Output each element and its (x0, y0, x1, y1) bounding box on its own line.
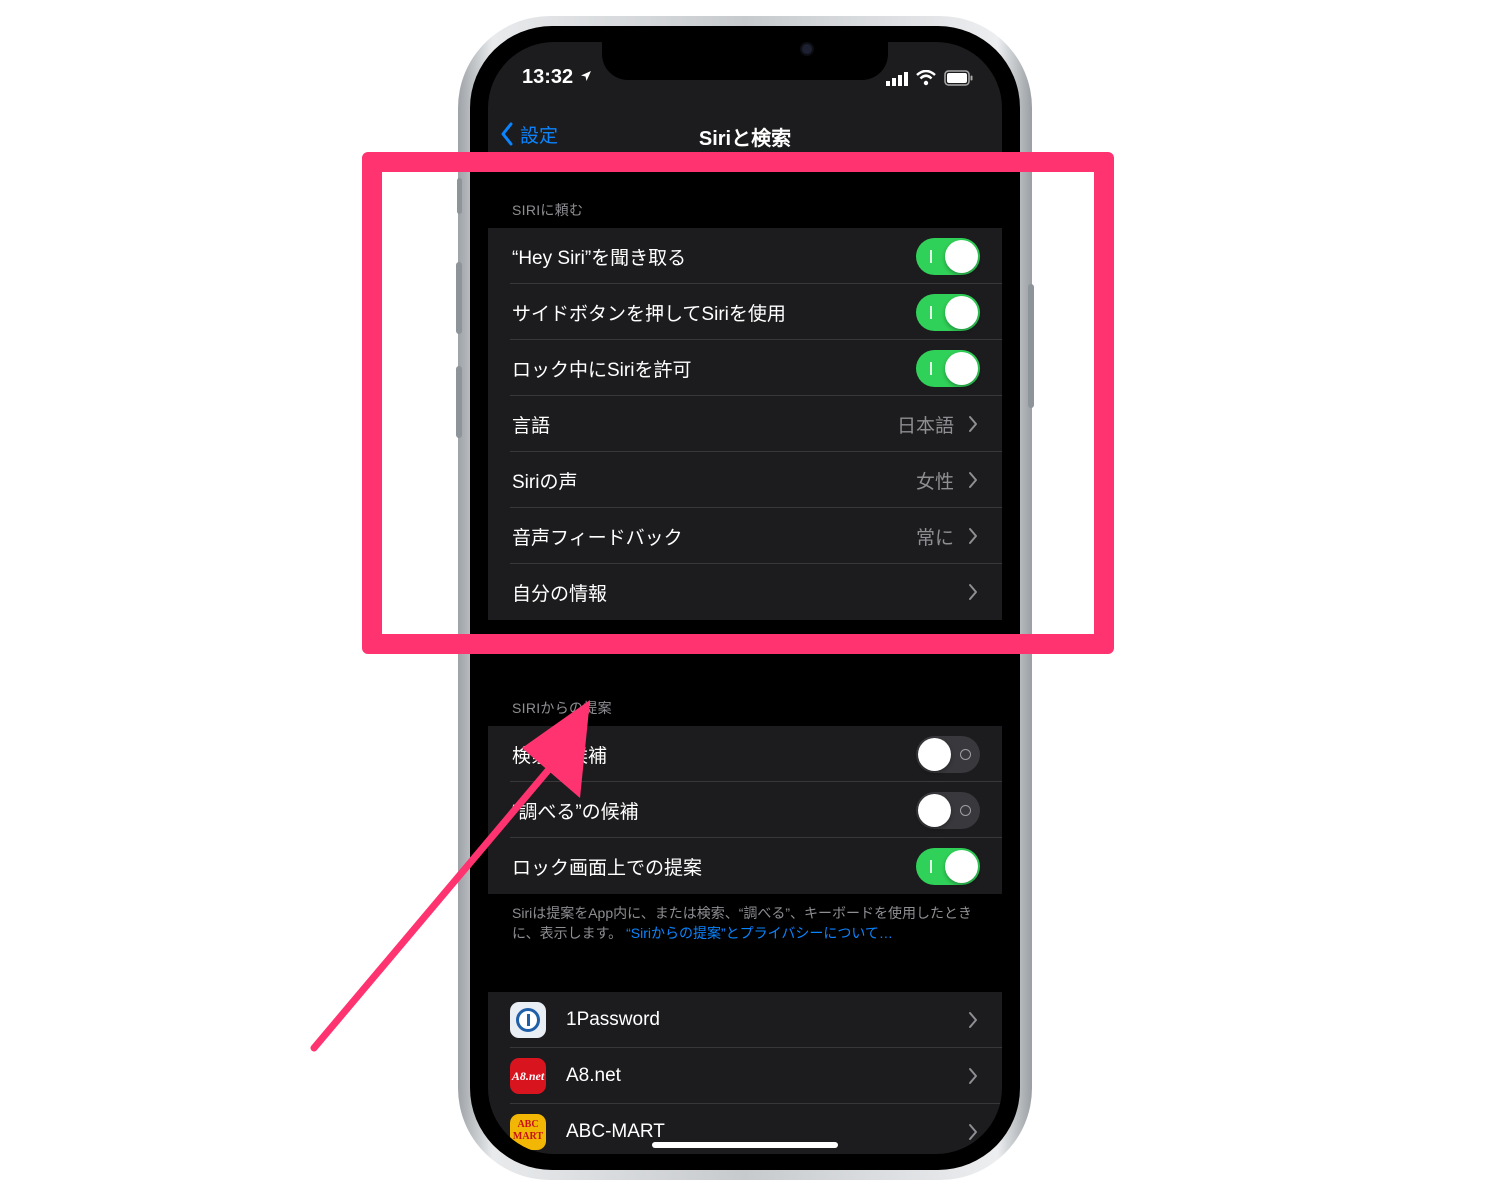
battery-icon (944, 70, 973, 86)
toggle-off-mark (960, 749, 971, 760)
status-time: 13:32 (522, 66, 574, 88)
annotation-arrow-icon (310, 700, 590, 1052)
suggestions-privacy-link[interactable]: “Siriからの提案”とプライバシーについて… (626, 925, 893, 941)
toggle-knob (945, 850, 978, 883)
toggle-on-mark (930, 860, 932, 873)
page-title: Siriと検索 (698, 128, 792, 150)
chevron-right-icon (969, 1012, 977, 1028)
app-name: ABC-MART (566, 1121, 665, 1142)
front-camera (802, 44, 812, 54)
location-icon (581, 71, 591, 81)
lock-screen-suggestions-toggle[interactable] (916, 848, 980, 885)
signal-icon (886, 72, 908, 86)
notch (602, 42, 888, 80)
navigation-bar: 設定 Siriと検索 (488, 112, 1002, 157)
wifi-icon (916, 70, 936, 86)
lookup-suggestions-toggle[interactable] (916, 792, 980, 829)
abcmart-icon: ABC MART (510, 1114, 546, 1150)
highlight-box (362, 152, 1114, 654)
toggle-knob (918, 794, 951, 827)
chevron-right-icon (969, 1068, 977, 1084)
toggle-off-mark (960, 805, 971, 816)
toggle-knob (918, 738, 951, 771)
search-suggestions-toggle[interactable] (916, 736, 980, 773)
home-indicator[interactable] (652, 1142, 838, 1148)
chevron-right-icon (969, 1124, 977, 1140)
